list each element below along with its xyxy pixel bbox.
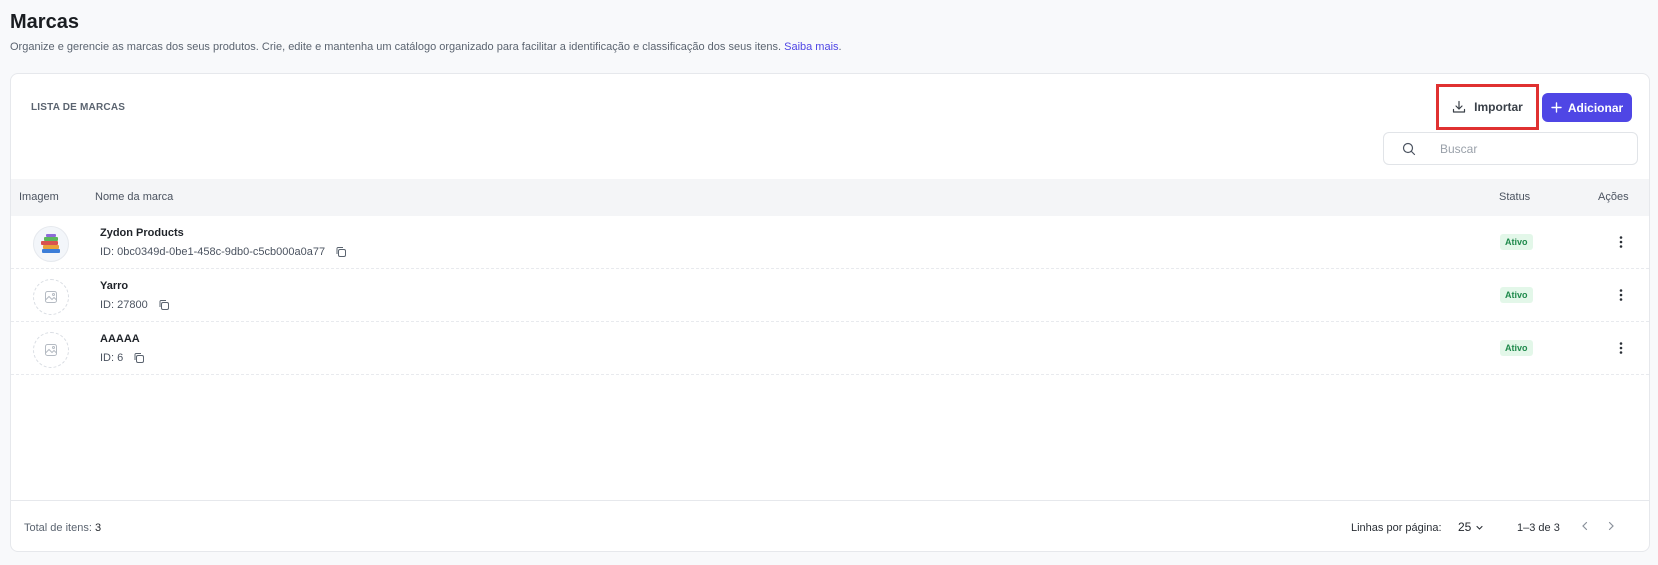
search-icon xyxy=(1402,142,1416,156)
brand-id: ID: 27800 xyxy=(100,299,170,311)
brand-image xyxy=(33,279,69,315)
add-label: Adicionar xyxy=(1567,100,1624,115)
column-actions: Ações xyxy=(1598,191,1629,203)
chevron-right-icon[interactable] xyxy=(1604,519,1618,533)
add-button[interactable]: Adicionar xyxy=(1542,93,1632,122)
brands-card: LISTA DE MARCAS Importar Adicionar Image… xyxy=(10,73,1650,552)
brand-image xyxy=(33,226,69,262)
brand-name: AAAAA xyxy=(100,333,140,345)
pagination-range: 1–3 de 3 xyxy=(1517,522,1560,534)
copy-icon[interactable] xyxy=(335,246,347,258)
table-row[interactable]: Zydon Products ID: 0bc0349d-0be1-458c-9d… xyxy=(11,216,1649,269)
search-input[interactable] xyxy=(1440,141,1620,156)
placeholder-image-icon xyxy=(44,290,58,304)
page-description-text: Organize e gerencie as marcas dos seus p… xyxy=(10,41,782,53)
plus-icon xyxy=(1551,102,1562,113)
import-label: Importar xyxy=(1474,100,1523,114)
brand-id-text: ID: 27800 xyxy=(100,299,148,311)
chevron-down-icon xyxy=(1475,523,1484,532)
page-title: Marcas xyxy=(10,11,79,33)
brand-name: Zydon Products xyxy=(100,227,184,239)
brand-name: Yarro xyxy=(100,280,129,292)
table-row[interactable]: AAAAA ID: 6 Ativo xyxy=(11,322,1649,375)
status-badge: Ativo xyxy=(1500,340,1533,356)
brand-id: ID: 6 xyxy=(100,352,145,364)
total-items: Total de itens: 3 xyxy=(24,522,101,534)
brand-id-text: ID: 6 xyxy=(100,352,124,364)
rows-per-page-select[interactable]: 25 xyxy=(1458,520,1484,534)
more-actions-icon[interactable] xyxy=(1618,287,1624,303)
search-field[interactable] xyxy=(1383,132,1638,165)
table-footer: Total de itens: 3 Linhas por página: 25 … xyxy=(11,500,1649,551)
rows-per-page-value: 25 xyxy=(1458,520,1472,534)
total-items-label: Total de itens: xyxy=(24,522,92,534)
column-status: Status xyxy=(1499,191,1531,203)
page-description: Organize e gerencie as marcas dos seus p… xyxy=(10,40,842,54)
total-items-value: 3 xyxy=(94,522,102,534)
brand-id: ID: 0bc0349d-0be1-458c-9db0-c5cb000a0a77 xyxy=(100,246,347,258)
page-header: Marcas Organize e gerencie as marcas dos… xyxy=(10,10,842,54)
copy-icon[interactable] xyxy=(133,352,145,364)
more-actions-icon[interactable] xyxy=(1618,340,1624,356)
placeholder-image-icon xyxy=(44,343,58,357)
learn-more-link[interactable]: Saiba mais xyxy=(784,41,838,53)
column-image: Imagem xyxy=(19,191,59,203)
status-badge: Ativo xyxy=(1500,234,1533,250)
chevron-left-icon[interactable] xyxy=(1578,519,1592,533)
brand-id-text: ID: 0bc0349d-0be1-458c-9db0-c5cb000a0a77 xyxy=(100,246,326,258)
more-actions-icon[interactable] xyxy=(1618,234,1624,250)
copy-icon[interactable] xyxy=(158,299,170,311)
books-logo-icon xyxy=(37,230,65,258)
table-header: Imagem Nome da marca Status Ações xyxy=(11,179,1649,216)
brand-image xyxy=(33,332,69,368)
column-brand-name: Nome da marca xyxy=(95,191,174,203)
download-icon xyxy=(1452,100,1466,114)
table-row[interactable]: Yarro ID: 27800 Ativo xyxy=(11,269,1649,322)
import-button[interactable]: Importar xyxy=(1436,84,1539,130)
description-period: . xyxy=(838,41,842,53)
brands-list-label: LISTA DE MARCAS xyxy=(31,102,126,113)
status-badge: Ativo xyxy=(1500,287,1533,303)
rows-per-page-label: Linhas por página: xyxy=(1351,522,1442,534)
